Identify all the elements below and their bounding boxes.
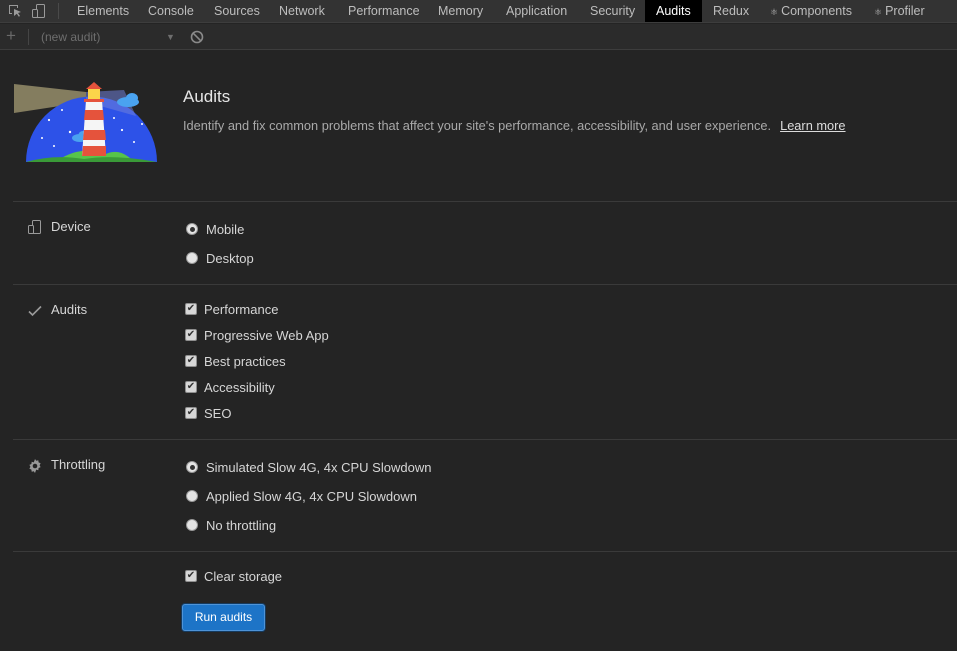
- block-icon[interactable]: [190, 30, 204, 44]
- learn-more-link[interactable]: Learn more: [780, 118, 845, 133]
- option-label: Clear storage: [204, 568, 283, 584]
- tab-security[interactable]: Security: [590, 0, 635, 22]
- audits-toolbar: + (new audit) ▼: [0, 24, 957, 50]
- dropdown-arrow-icon[interactable]: ▼: [166, 32, 175, 42]
- tab-profiler[interactable]: ⚛ Profiler: [874, 0, 925, 22]
- inspect-element-icon[interactable]: [7, 3, 23, 19]
- plus-icon[interactable]: +: [6, 27, 16, 45]
- checkbox-best-practices[interactable]: ✔: [185, 355, 197, 367]
- throttling-option-applied[interactable]: Applied Slow 4G, 4x CPU Slowdown: [183, 487, 417, 505]
- device-icon: [28, 220, 41, 234]
- checkbox-seo[interactable]: ✔: [185, 407, 197, 419]
- option-label: SEO: [204, 405, 232, 421]
- section-divider: [13, 201, 957, 202]
- audit-option-pwa[interactable]: ✔ Progressive Web App: [183, 326, 329, 344]
- clear-storage-option[interactable]: ✔ Clear storage: [183, 567, 282, 585]
- audit-select[interactable]: (new audit): [41, 30, 100, 44]
- radio-desktop[interactable]: [186, 252, 198, 264]
- react-gear-icon: ⚛: [770, 7, 779, 17]
- tab-audits[interactable]: Audits: [645, 0, 702, 22]
- device-label: Device: [51, 219, 91, 234]
- tab-network[interactable]: Network: [279, 0, 325, 22]
- option-label: Applied Slow 4G, 4x CPU Slowdown: [206, 488, 417, 504]
- throttling-option-none[interactable]: No throttling: [183, 516, 276, 534]
- audit-option-best-practices[interactable]: ✔ Best practices: [183, 352, 286, 370]
- option-label: Desktop: [206, 250, 254, 266]
- tab-elements[interactable]: Elements: [77, 0, 129, 22]
- radio-mobile[interactable]: [186, 223, 198, 235]
- tab-performance[interactable]: Performance: [348, 0, 420, 22]
- option-label: Mobile: [206, 221, 245, 237]
- checkbox-clear-storage[interactable]: ✔: [185, 570, 197, 582]
- throttling-label: Throttling: [51, 457, 106, 472]
- devtools-tab-bar: Elements Console Sources Network Perform…: [0, 0, 957, 23]
- checkbox-pwa[interactable]: ✔: [185, 329, 197, 341]
- audit-option-performance[interactable]: ✔ Performance: [183, 300, 278, 318]
- tab-sources[interactable]: Sources: [214, 0, 260, 22]
- option-label: Accessibility: [204, 379, 275, 395]
- audit-option-seo[interactable]: ✔ SEO: [183, 404, 231, 422]
- radio-simulated[interactable]: [186, 461, 198, 473]
- option-label: No throttling: [206, 517, 277, 533]
- tab-components-label: Components: [781, 4, 852, 18]
- radio-applied[interactable]: [186, 490, 198, 502]
- option-label: Best practices: [204, 353, 286, 369]
- tab-console[interactable]: Console: [148, 0, 194, 22]
- page-description: Identify and fix common problems that af…: [183, 118, 846, 133]
- tab-components[interactable]: ⚛ Components: [770, 0, 852, 22]
- device-toolbar-icon[interactable]: [31, 3, 47, 19]
- tab-application[interactable]: Application: [506, 0, 567, 22]
- audit-option-accessibility[interactable]: ✔ Accessibility: [183, 378, 275, 396]
- device-option-desktop[interactable]: Desktop: [183, 249, 254, 267]
- toolbar-separator: [58, 3, 59, 19]
- tab-profiler-label: Profiler: [885, 4, 925, 18]
- option-label: Simulated Slow 4G, 4x CPU Slowdown: [206, 459, 432, 475]
- tab-redux[interactable]: Redux: [713, 0, 749, 22]
- option-label: Performance: [204, 301, 279, 317]
- run-audits-button[interactable]: Run audits: [182, 604, 265, 631]
- checkmark-icon: [28, 305, 42, 317]
- description-text: Identify and fix common problems that af…: [183, 118, 772, 133]
- toolbar-separator: [28, 29, 29, 45]
- checkbox-performance[interactable]: ✔: [185, 303, 197, 315]
- section-divider: [13, 284, 957, 285]
- section-divider: [13, 551, 957, 552]
- gear-icon: [29, 459, 41, 473]
- page-title: Audits: [183, 87, 231, 106]
- checkbox-accessibility[interactable]: ✔: [185, 381, 197, 393]
- throttling-option-simulated[interactable]: Simulated Slow 4G, 4x CPU Slowdown: [183, 458, 431, 476]
- radio-none[interactable]: [186, 519, 198, 531]
- option-label: Progressive Web App: [204, 327, 329, 343]
- section-divider: [13, 439, 957, 440]
- tab-memory[interactable]: Memory: [438, 0, 483, 22]
- lighthouse-logo: [14, 82, 157, 162]
- react-gear-icon: ⚛: [874, 7, 883, 17]
- audits-label: Audits: [51, 302, 88, 317]
- device-option-mobile[interactable]: Mobile: [183, 220, 244, 238]
